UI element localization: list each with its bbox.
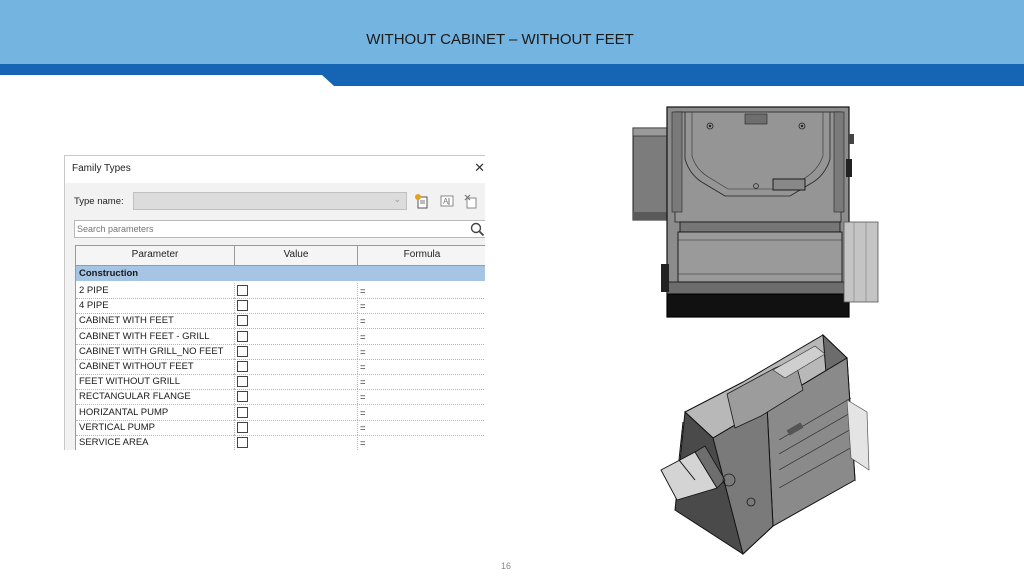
parameter-name: HORIZANTAL PUMP — [79, 406, 169, 418]
cell-divider — [234, 343, 236, 359]
cell-divider — [357, 435, 359, 450]
table-row[interactable]: FEET WITHOUT GRILL = — [76, 374, 485, 391]
type-name-dropdown[interactable]: ⌄ — [133, 192, 407, 210]
cell-divider — [357, 298, 359, 314]
value-checkbox[interactable] — [237, 285, 248, 296]
table-row[interactable]: VERTICAL PUMP = — [76, 419, 485, 436]
formula-cell[interactable]: = — [360, 408, 366, 419]
slide-header-banner: WITHOUT CABINET – WITHOUT FEET — [0, 0, 1024, 64]
page-number: 16 — [500, 561, 511, 571]
parameter-name: CABINET WITH FEET — [79, 315, 174, 327]
parameter-name: FEET WITHOUT GRILL — [79, 376, 180, 388]
column-header-value[interactable]: Value — [235, 249, 357, 260]
formula-cell[interactable]: = — [360, 392, 366, 403]
parameter-name: CABINET WITH FEET - GRILL — [79, 330, 210, 342]
rename-type-icon[interactable]: A — [439, 193, 455, 209]
cell-divider — [234, 419, 236, 435]
header-accent-stripe — [0, 64, 1024, 86]
dialog-titlebar: Family Types ✕ — [65, 156, 485, 183]
search-input[interactable] — [77, 222, 457, 235]
cell-divider — [357, 419, 359, 435]
formula-cell[interactable]: = — [360, 332, 366, 343]
table-row[interactable]: CABINET WITH FEET = — [76, 313, 485, 330]
fan-coil-unit-front-view — [632, 106, 879, 318]
cell-divider — [357, 404, 359, 420]
table-header: Parameter Value Formula — [76, 245, 485, 266]
chevron-down-icon: ⌄ — [393, 194, 401, 204]
cell-divider — [357, 283, 359, 298]
value-checkbox[interactable] — [237, 315, 248, 327]
parameter-name: CABINET WITH GRILL_NO FEET — [79, 345, 224, 357]
cell-divider — [234, 328, 236, 344]
value-checkbox[interactable] — [237, 330, 248, 342]
parameter-name: 4 PIPE — [79, 300, 109, 312]
group-label: Construction — [79, 268, 139, 279]
value-checkbox[interactable] — [237, 345, 248, 357]
cell-divider — [234, 435, 236, 450]
formula-cell[interactable]: = — [360, 347, 366, 358]
table-row[interactable]: 2 PIPE = — [76, 283, 485, 299]
table-row[interactable]: HORIZANTAL PUMP = — [76, 404, 485, 421]
parameter-name: 2 PIPE — [79, 285, 109, 296]
cell-divider — [234, 283, 236, 298]
cell-divider — [357, 313, 359, 329]
column-header-formula[interactable]: Formula — [358, 249, 485, 260]
cell-divider — [357, 328, 359, 344]
parameter-name: SERVICE AREA — [79, 437, 149, 448]
fan-coil-unit-isometric-view — [660, 333, 870, 555]
cell-divider — [234, 313, 236, 329]
cell-divider — [234, 404, 236, 420]
delete-type-icon[interactable] — [463, 193, 479, 209]
table-row[interactable]: CABINET WITHOUT FEET = — [76, 359, 485, 375]
value-checkbox[interactable] — [237, 300, 248, 312]
close-icon[interactable]: ✕ — [474, 160, 485, 176]
parameter-name: VERTICAL PUMP — [79, 421, 156, 433]
cell-divider — [234, 389, 236, 405]
formula-cell[interactable]: = — [360, 438, 366, 449]
table-row[interactable]: RECTANGULAR FLANGE = — [76, 389, 485, 406]
cell-divider — [357, 343, 359, 359]
table-row[interactable]: SERVICE AREA = — [76, 435, 485, 450]
column-header-parameter[interactable]: Parameter — [76, 249, 234, 260]
table-row[interactable]: CABINET WITH FEET - GRILL = — [76, 328, 485, 345]
value-checkbox[interactable] — [237, 406, 248, 418]
cell-divider — [357, 359, 359, 374]
formula-cell[interactable]: = — [360, 362, 366, 373]
table-row[interactable]: 4 PIPE = — [76, 298, 485, 315]
family-types-dialog: Family Types ✕ Type name: ⌄ A Parameter … — [64, 155, 485, 450]
formula-cell[interactable]: = — [360, 377, 366, 388]
new-type-icon[interactable] — [414, 193, 430, 209]
formula-cell[interactable]: = — [360, 286, 366, 297]
parameter-name: RECTANGULAR FLANGE — [79, 391, 191, 403]
search-parameters-box — [74, 220, 485, 238]
formula-cell[interactable]: = — [360, 316, 366, 327]
parameter-name: CABINET WITHOUT FEET — [79, 361, 194, 372]
cell-divider — [234, 374, 236, 390]
type-name-label: Type name: — [74, 196, 124, 207]
cell-divider — [234, 298, 236, 314]
dialog-title: Family Types — [72, 163, 131, 174]
table-row[interactable]: CABINET WITH GRILL_NO FEET = — [76, 343, 485, 360]
cell-divider — [234, 359, 236, 374]
parameters-table: Parameter Value Formula Construction 2 P… — [75, 245, 485, 450]
formula-cell[interactable]: = — [360, 301, 366, 312]
slide-title: WITHOUT CABINET – WITHOUT FEET — [366, 31, 634, 48]
value-checkbox[interactable] — [237, 421, 248, 433]
value-checkbox[interactable] — [237, 437, 248, 448]
cell-divider — [357, 374, 359, 390]
value-checkbox[interactable] — [237, 391, 248, 403]
group-header-construction[interactable]: Construction — [76, 266, 485, 281]
cell-divider — [357, 389, 359, 405]
value-checkbox[interactable] — [237, 376, 248, 388]
formula-cell[interactable]: = — [360, 423, 366, 434]
svg-text:A: A — [443, 197, 449, 206]
search-icon[interactable] — [469, 221, 485, 237]
value-checkbox[interactable] — [237, 361, 248, 372]
